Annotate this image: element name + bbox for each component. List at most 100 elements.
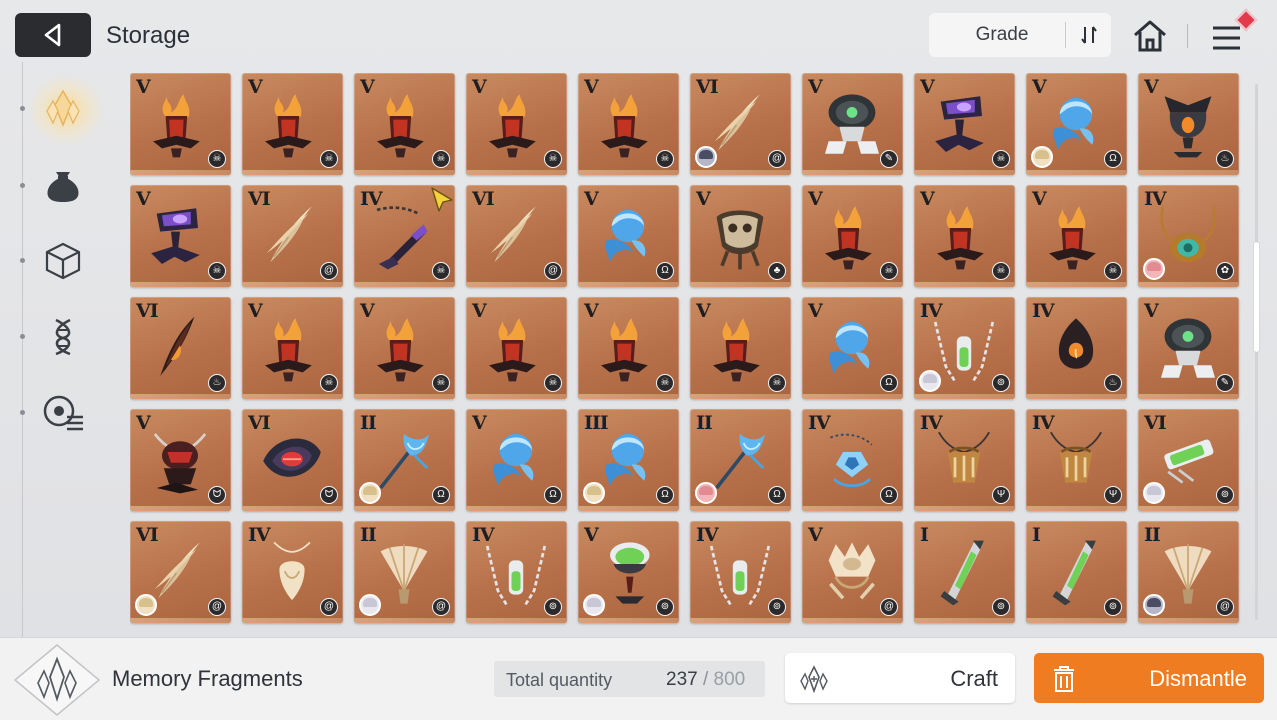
- top-divider: [1187, 24, 1188, 48]
- item-card[interactable]: IV ♨: [1026, 297, 1127, 399]
- skull-type-icon: ☠: [432, 374, 450, 392]
- equipped-character-avatar: [359, 594, 381, 616]
- rail-dot: [20, 334, 25, 339]
- skull-type-icon: ☠: [432, 150, 450, 168]
- item-card[interactable]: II Ω: [354, 409, 455, 511]
- trident-type-icon: Ψ: [1104, 486, 1122, 504]
- item-card[interactable]: II Ω: [690, 409, 791, 511]
- item-card[interactable]: V ✎: [1138, 297, 1239, 399]
- flame-chalice-icon: [601, 92, 648, 158]
- item-card[interactable]: VΩ: [578, 185, 679, 287]
- item-card[interactable]: IV ⊚: [466, 521, 567, 623]
- item-card[interactable]: VI @: [130, 521, 231, 623]
- spiral-type-icon: ⊚: [656, 598, 674, 616]
- item-card[interactable]: II @: [1138, 521, 1239, 623]
- item-card[interactable]: VΩ: [466, 409, 567, 511]
- item-card[interactable]: V ☠: [242, 297, 343, 399]
- water-orb-icon: [829, 322, 870, 375]
- item-card[interactable]: VI @: [690, 73, 791, 175]
- item-card[interactable]: V ☠: [130, 73, 231, 175]
- item-card[interactable]: V ⊚: [578, 521, 679, 623]
- back-button[interactable]: [15, 13, 91, 57]
- spiral-type-icon: ⊚: [992, 598, 1010, 616]
- item-card[interactable]: VΩ: [1026, 73, 1127, 175]
- item-card[interactable]: V ☠: [914, 185, 1015, 287]
- item-card[interactable]: VI ⊚: [1138, 409, 1239, 511]
- equipped-character-avatar: [135, 594, 157, 616]
- item-card[interactable]: I ⊚: [1026, 521, 1127, 623]
- ember-lantern-icon: [1058, 318, 1094, 369]
- craft-button[interactable]: Craft: [785, 653, 1015, 703]
- fire-type-icon: ♨: [1216, 150, 1234, 168]
- omega-type-icon: Ω: [656, 486, 674, 504]
- total-quantity-label: Total quantity: [506, 670, 613, 690]
- rail-dot: [20, 183, 25, 188]
- menu-button[interactable]: [1208, 8, 1258, 56]
- category-helix[interactable]: [36, 310, 90, 364]
- category-pouch[interactable]: [36, 158, 90, 212]
- wing-type-icon: ᗢ: [320, 486, 338, 504]
- category-disc-list[interactable]: [36, 386, 90, 440]
- item-card[interactable]: V ☠: [578, 73, 679, 175]
- item-card[interactable]: V ☠: [354, 73, 455, 175]
- dismantle-button[interactable]: Dismantle: [1034, 653, 1264, 703]
- spiral-type-icon: ⊚: [992, 374, 1010, 392]
- item-card[interactable]: III Ω: [578, 409, 679, 511]
- equipped-character-avatar: [695, 482, 717, 504]
- item-card[interactable]: VI ♨: [130, 297, 231, 399]
- item-card[interactable]: IV Ω: [802, 409, 903, 511]
- item-card[interactable]: IV ⊚: [914, 297, 1015, 399]
- item-card[interactable]: V ☠: [914, 73, 1015, 175]
- item-card[interactable]: V ♣: [690, 185, 791, 287]
- omega-type-icon: Ω: [768, 486, 786, 504]
- flame-chalice-icon: [377, 92, 424, 158]
- item-card[interactable]: V ☠: [466, 73, 567, 175]
- item-card[interactable]: VI @: [466, 185, 567, 287]
- item-card[interactable]: IV Ψ: [914, 409, 1015, 511]
- home-button[interactable]: [1130, 16, 1170, 56]
- disc-list-icon: [43, 395, 83, 431]
- category-name: Memory Fragments: [112, 666, 303, 691]
- item-card[interactable]: VΩ: [802, 297, 903, 399]
- skull-type-icon: ☠: [656, 150, 674, 168]
- item-card[interactable]: IV Ψ: [1026, 409, 1127, 511]
- item-card[interactable]: VI @: [242, 185, 343, 287]
- item-card[interactable]: V ☠: [802, 185, 903, 287]
- item-card[interactable]: V ✎: [802, 73, 903, 175]
- item-card[interactable]: IV @: [242, 521, 343, 623]
- sort-order-icon[interactable]: [1065, 22, 1111, 48]
- item-card[interactable]: IV ✿: [1138, 185, 1239, 287]
- item-card[interactable]: IV ⊚: [690, 521, 791, 623]
- total-quantity-box: Total quantity 237 / 800: [494, 661, 765, 697]
- item-card[interactable]: I ⊚: [914, 521, 1015, 623]
- item-card[interactable]: V ☠: [466, 297, 567, 399]
- item-card[interactable]: V ♨: [1138, 73, 1239, 175]
- item-card[interactable]: V ☠: [130, 185, 231, 287]
- item-card[interactable]: V ☠: [354, 297, 455, 399]
- category-memory-fragments[interactable]: [36, 82, 90, 136]
- swirl-type-icon: @: [880, 598, 898, 616]
- omega-type-icon: Ω: [544, 486, 562, 504]
- ember-feather-icon: [160, 316, 195, 376]
- item-card[interactable]: II @: [354, 521, 455, 623]
- item-card[interactable]: V ☠: [1026, 185, 1127, 287]
- item-card[interactable]: V ☠: [242, 73, 343, 175]
- category-cube[interactable]: [36, 234, 90, 288]
- item-card[interactable]: V ☠: [690, 297, 791, 399]
- skull-type-icon: ☠: [544, 150, 562, 168]
- horned-idol-icon: [153, 433, 207, 494]
- equipped-character-avatar: [583, 594, 605, 616]
- grade-sort-button[interactable]: Grade: [929, 13, 1111, 57]
- blade-type-icon: ✎: [880, 150, 898, 168]
- item-card[interactable]: Vᗢ: [130, 409, 231, 511]
- scrollbar-thumb[interactable]: [1254, 242, 1259, 352]
- item-card[interactable]: V @: [802, 521, 903, 623]
- item-card[interactable]: VI ᗢ: [242, 409, 343, 511]
- blade-type-icon: ✎: [1216, 374, 1234, 392]
- equipped-character-avatar: [1143, 594, 1165, 616]
- scrollbar-track[interactable]: [1255, 84, 1258, 620]
- flame-chalice-icon: [489, 316, 536, 382]
- page-title: Storage: [106, 22, 191, 49]
- vial-chain-icon: [485, 545, 547, 607]
- item-card[interactable]: V ☠: [578, 297, 679, 399]
